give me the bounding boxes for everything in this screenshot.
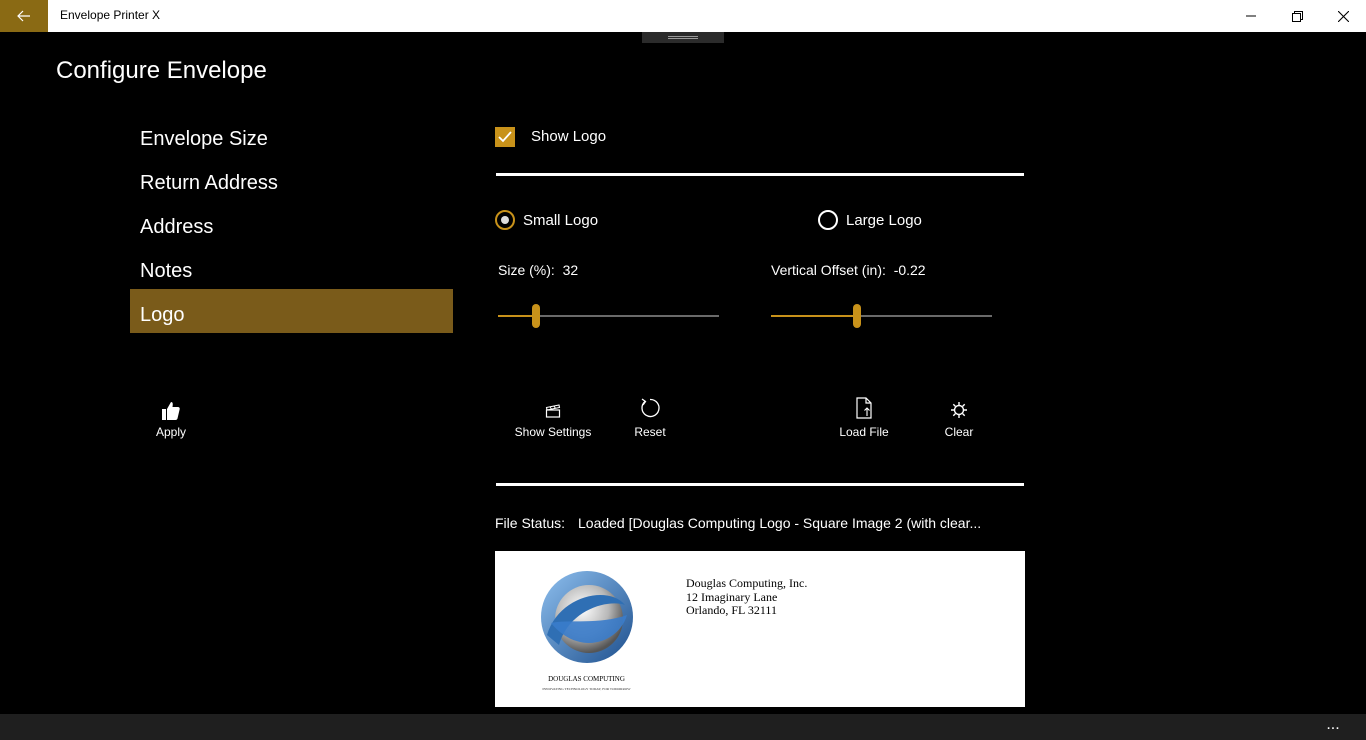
size-value: 32 xyxy=(562,262,579,278)
address-line: 12 Imaginary Lane xyxy=(686,589,778,604)
drag-handle[interactable] xyxy=(642,32,724,43)
nav-item-label: Envelope Size xyxy=(140,127,268,150)
nav-item-envelope-size[interactable]: Envelope Size xyxy=(130,117,453,161)
size-slider[interactable] xyxy=(498,304,719,328)
offset-readout: Vertical Offset (in): -0.22 xyxy=(771,262,926,278)
size-readout: Size (%): 32 xyxy=(498,262,578,278)
app-title: Envelope Printer X xyxy=(60,8,161,22)
company-logo-icon xyxy=(541,571,633,663)
file-status-label: File Status: xyxy=(495,515,566,531)
page-title: Configure Envelope xyxy=(56,57,267,84)
show-settings-button[interactable]: Show Settings xyxy=(510,393,596,443)
nav-item-notes[interactable]: Notes xyxy=(130,249,453,293)
address-line: Orlando, FL 32111 xyxy=(686,603,777,617)
clapperboard-icon xyxy=(545,404,561,418)
file-status-value: Loaded [Douglas Computing Logo - Square … xyxy=(578,515,982,531)
nav-item-label: Return Address xyxy=(140,171,278,194)
small-logo-radio[interactable] xyxy=(495,210,515,230)
show-logo-label: Show Logo xyxy=(531,128,607,145)
back-arrow-icon xyxy=(17,10,30,22)
restore-button[interactable] xyxy=(1274,0,1320,32)
minimize-button[interactable] xyxy=(1228,0,1274,32)
gear-icon xyxy=(951,402,967,418)
envelope-preview: DOUGLAS COMPUTING INNOVATING TECHNOLOGY … xyxy=(495,551,1025,707)
minimize-icon xyxy=(1246,15,1256,17)
apply-button[interactable]: Apply xyxy=(140,400,202,450)
logo-name: DOUGLAS COMPUTING xyxy=(548,675,625,683)
nav-item-label: Logo xyxy=(140,303,185,326)
company-logo: DOUGLAS COMPUTING INNOVATING TECHNOLOGY … xyxy=(529,565,644,695)
close-icon xyxy=(1337,10,1349,22)
address-line: Douglas Computing, Inc. xyxy=(686,576,808,590)
offset-slider-thumb[interactable] xyxy=(853,304,861,328)
reset-label: Reset xyxy=(634,425,666,439)
nav-item-label: Notes xyxy=(140,259,193,282)
size-slider-thumb[interactable] xyxy=(532,304,540,328)
logo-tagline: INNOVATING TECHNOLOGY TODAY, FOR TOMORRO… xyxy=(542,687,631,691)
offset-slider[interactable] xyxy=(771,304,992,328)
load-file-button[interactable]: Load File xyxy=(836,393,892,443)
show-settings-label: Show Settings xyxy=(514,425,592,439)
offset-slider-fill xyxy=(771,315,857,317)
apply-label: Apply xyxy=(155,425,187,439)
restore-icon xyxy=(1291,10,1303,22)
close-button[interactable] xyxy=(1320,0,1366,32)
clear-button[interactable]: Clear xyxy=(935,393,983,443)
return-address: Douglas Computing, Inc. 12 Imaginary Lan… xyxy=(686,576,808,618)
nav-item-logo[interactable]: Logo xyxy=(130,289,453,333)
small-logo-label: Small Logo xyxy=(523,212,599,229)
divider xyxy=(496,173,1024,176)
offset-value: -0.22 xyxy=(893,262,926,278)
thumbs-up-icon xyxy=(162,402,180,420)
bottom-app-bar: ... xyxy=(0,714,1366,740)
file-upload-icon xyxy=(856,397,872,419)
reset-button[interactable]: Reset xyxy=(625,393,675,443)
more-button[interactable]: ... xyxy=(1318,716,1348,736)
checkmark-icon xyxy=(498,131,512,143)
size-slider-fill xyxy=(498,315,536,317)
offset-label: Vertical Offset (in): xyxy=(771,262,886,278)
refresh-icon xyxy=(641,398,660,418)
nav-item-address[interactable]: Address xyxy=(130,205,453,249)
size-label: Size (%): xyxy=(498,262,555,278)
clear-label: Clear xyxy=(944,425,974,439)
nav-item-return-address[interactable]: Return Address xyxy=(130,161,453,205)
back-button[interactable] xyxy=(0,0,48,32)
large-logo-label: Large Logo xyxy=(846,212,922,229)
divider xyxy=(496,483,1024,486)
nav-item-label: Address xyxy=(140,215,214,238)
load-file-label: Load File xyxy=(839,425,889,439)
show-logo-checkbox[interactable] xyxy=(495,127,515,147)
large-logo-radio[interactable] xyxy=(818,210,838,230)
title-bar: Envelope Printer X xyxy=(0,0,1366,32)
